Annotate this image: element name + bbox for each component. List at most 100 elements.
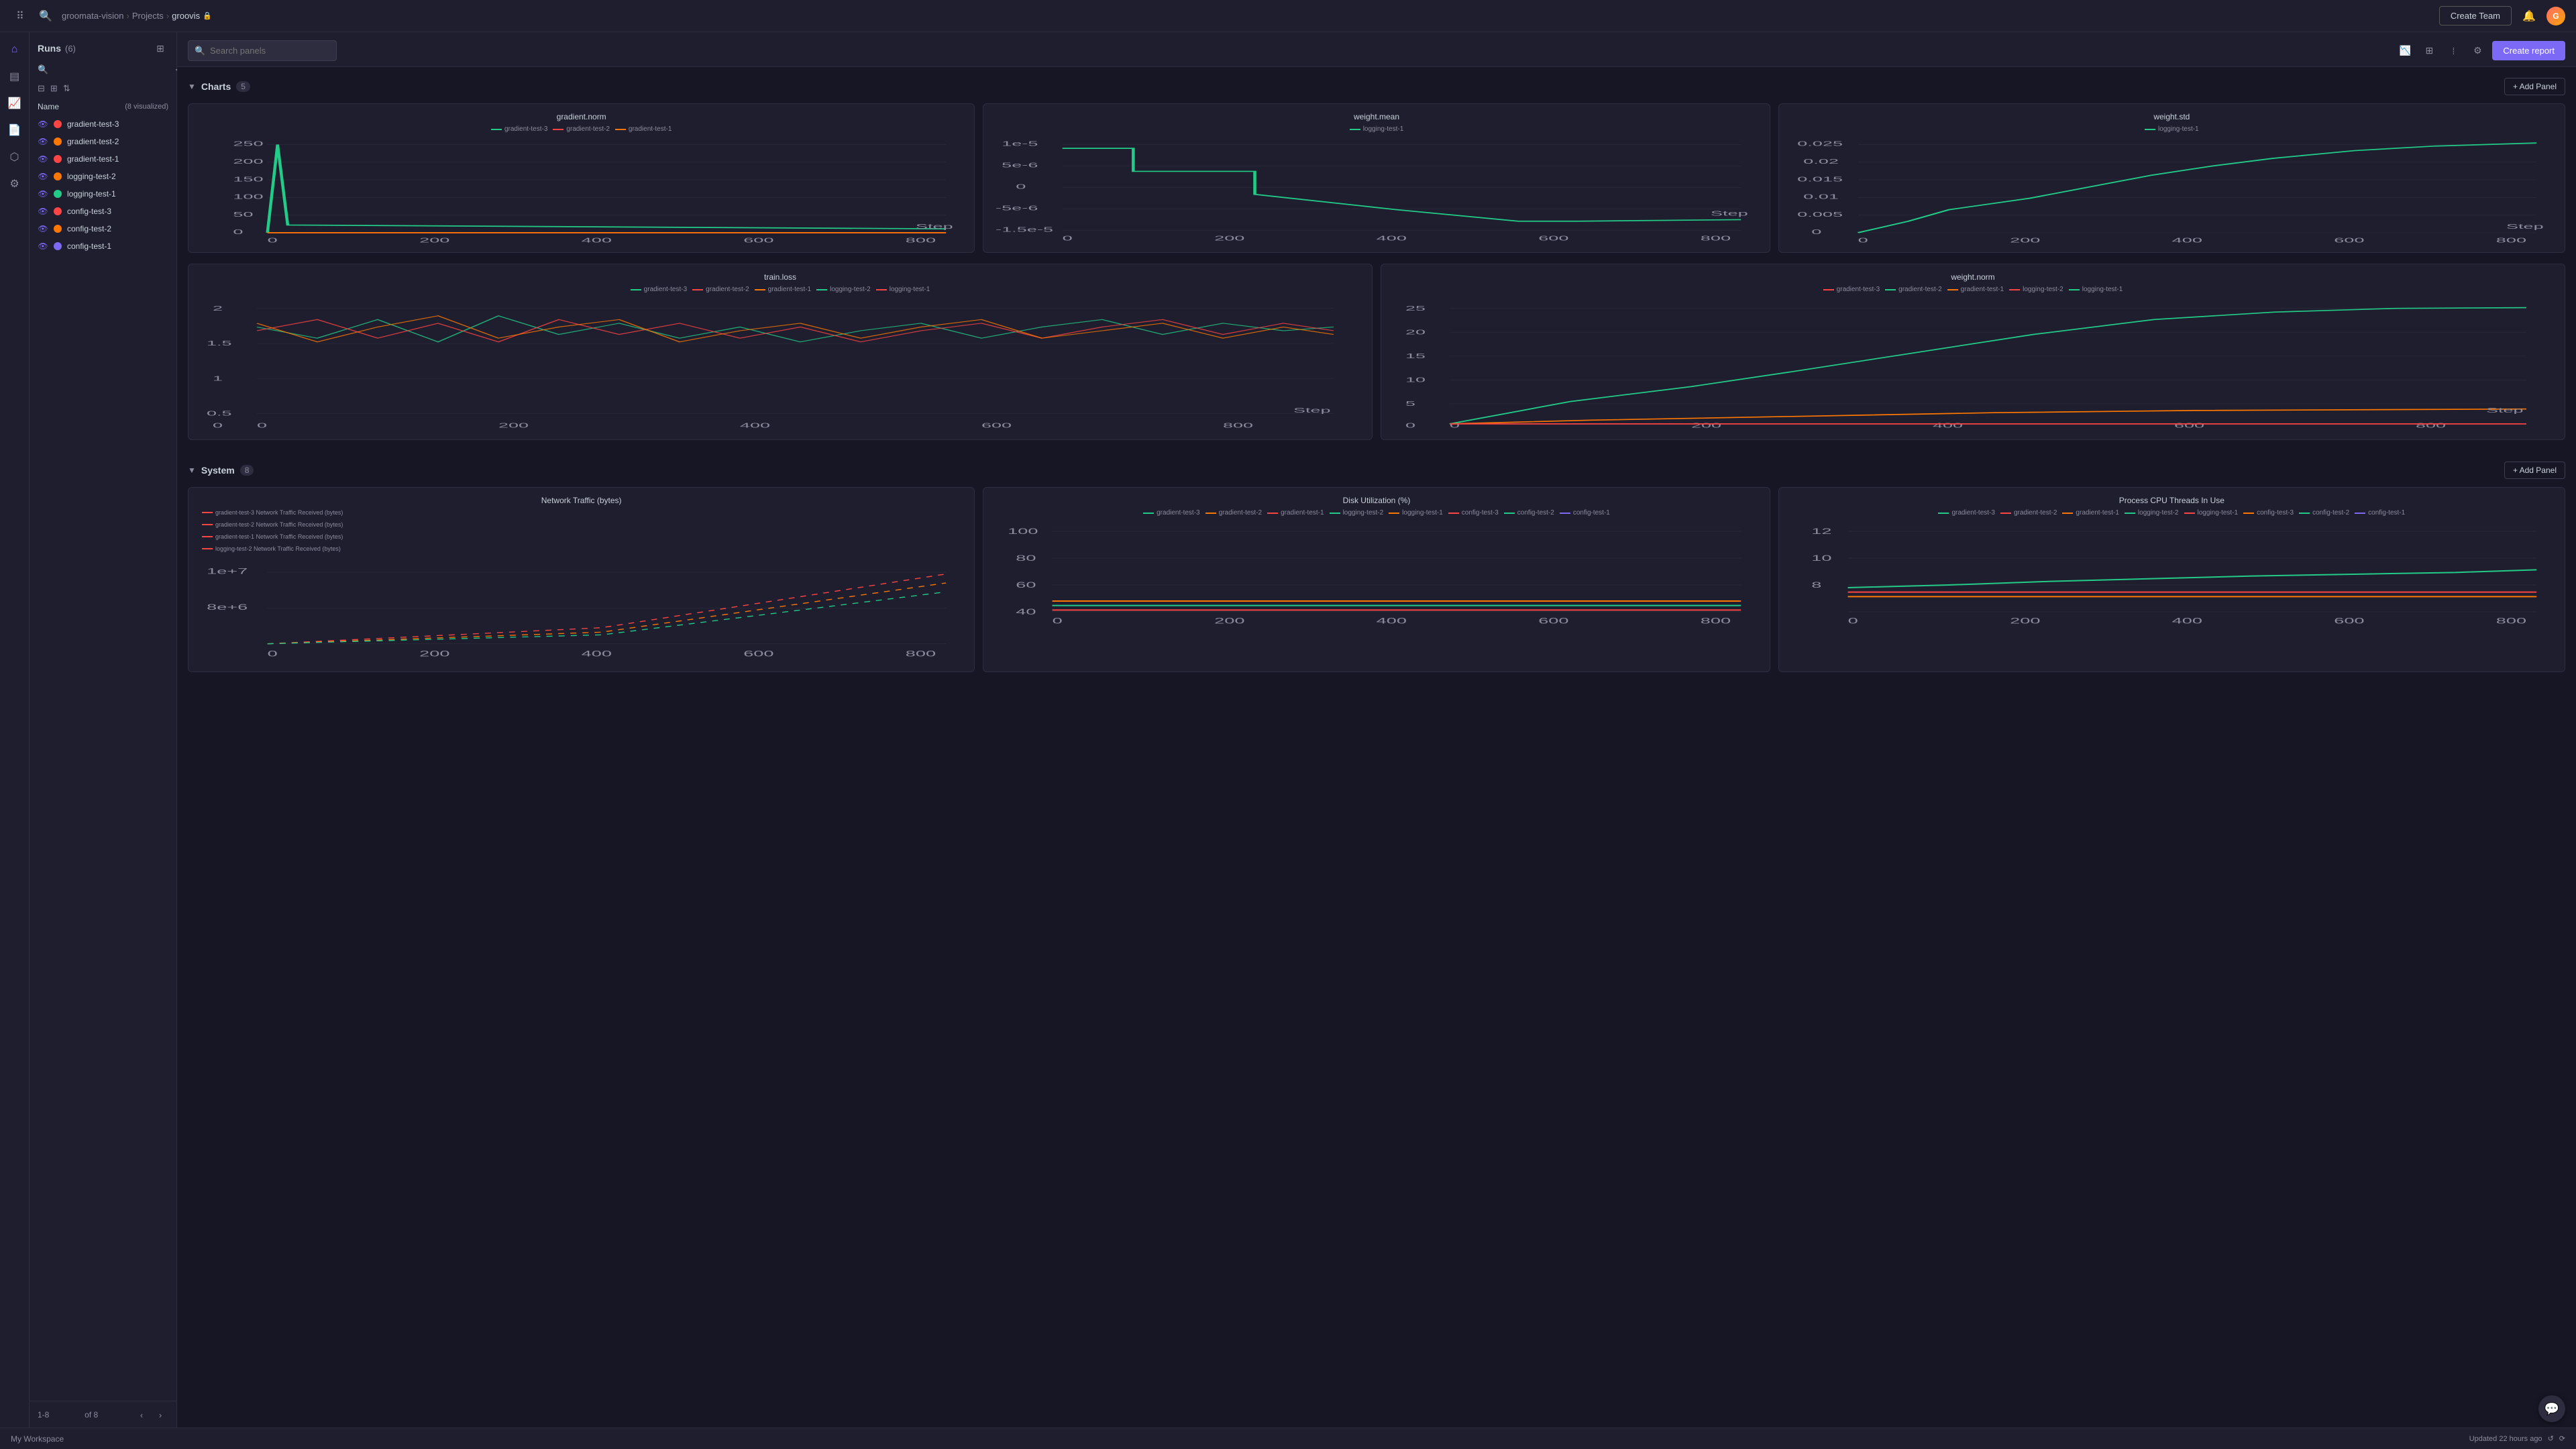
charts-bottom-row: train.loss gradient-test-3 gradient-test…: [188, 264, 2565, 440]
nav-home-icon[interactable]: ⌂: [3, 38, 27, 62]
legend-item: gradient-test-3: [631, 286, 687, 293]
system-section-count: 8: [240, 465, 254, 476]
legend-item: logging-test-1: [2184, 509, 2239, 517]
svg-text:50: 50: [233, 211, 253, 219]
toolbar-table-icon[interactable]: ⊞: [2420, 42, 2438, 60]
nav-artifacts-icon[interactable]: ⬡: [3, 145, 27, 169]
run-visibility-icon[interactable]: 👁: [38, 136, 48, 147]
legend-item: config-test-1: [1560, 509, 1610, 517]
legend-item: logging-test-2: [2009, 286, 2063, 293]
run-visibility-icon[interactable]: 👁: [38, 223, 48, 234]
run-list-item[interactable]: 👁 gradient-test-2: [30, 133, 176, 150]
run-color-dot: [54, 172, 62, 180]
run-color-dot: [54, 120, 62, 128]
create-team-button[interactable]: Create Team: [2439, 6, 2512, 25]
svg-text:200: 200: [419, 649, 449, 658]
breadcrumb-org[interactable]: groomata-vision: [62, 11, 124, 21]
system-add-panel-button[interactable]: + Add Panel: [2504, 462, 2565, 479]
chart-weight-std-legend: logging-test-1: [1787, 125, 2557, 133]
svg-text:1: 1: [213, 375, 223, 382]
breadcrumb-sep-2: ›: [166, 11, 169, 21]
nav-settings-icon[interactable]: ⚙: [3, 172, 27, 196]
run-list-item[interactable]: 👁 logging-test-2: [30, 168, 176, 185]
run-name-label: gradient-test-2: [67, 137, 119, 146]
run-list-item[interactable]: 👁 config-test-3: [30, 203, 176, 220]
svg-text:600: 600: [1539, 234, 1569, 242]
svg-text:0: 0: [1053, 616, 1063, 625]
refresh-icon[interactable]: ↺: [2548, 1434, 2554, 1443]
svg-text:Step: Step: [1711, 210, 1748, 218]
apps-grid-icon[interactable]: ⠿: [11, 7, 30, 25]
chart-weight-mean-legend: logging-test-1: [991, 125, 1761, 133]
toolbar-line-chart-icon[interactable]: 📉: [2396, 42, 2414, 60]
run-visibility-icon[interactable]: 👁: [38, 119, 48, 129]
svg-text:400: 400: [1377, 616, 1407, 625]
toolbar-icons: 📉 ⊞ ⁞ ⚙: [2396, 42, 2487, 60]
chat-bubble[interactable]: 💬: [2538, 1395, 2565, 1422]
charts-chevron-icon[interactable]: ▼: [188, 82, 196, 91]
legend-item: gradient-test-1 Network Traffic Received…: [202, 533, 343, 540]
svg-text:800: 800: [906, 649, 936, 658]
create-report-button[interactable]: Create report: [2492, 41, 2565, 60]
panel-layout-toggle[interactable]: ⊞: [152, 40, 168, 56]
chart-weight-norm-area: 25 20 15 10 5 0 0 200: [1389, 297, 2557, 431]
user-avatar[interactable]: G: [2546, 7, 2565, 25]
svg-text:0: 0: [1016, 183, 1026, 191]
run-visibility-icon[interactable]: 👁: [38, 154, 48, 164]
svg-text:600: 600: [2334, 237, 2364, 244]
toolbar-settings-icon[interactable]: ⚙: [2468, 42, 2487, 60]
nav-reports-icon[interactable]: 📄: [3, 118, 27, 142]
nav-runs-icon[interactable]: ▤: [3, 64, 27, 89]
columns-icon[interactable]: ⊞: [50, 83, 58, 94]
nav-charts-icon[interactable]: 📈: [3, 91, 27, 115]
svg-text:250: 250: [233, 140, 263, 148]
legend-item: gradient-test-1: [2062, 509, 2118, 517]
sort-icon[interactable]: ⇅: [63, 83, 70, 94]
chart-weight-std-title: weight.std: [1787, 112, 2557, 121]
svg-text:25: 25: [1405, 305, 1426, 313]
breadcrumb-projects[interactable]: Projects: [132, 11, 164, 21]
sync-icon[interactable]: ⟳: [2559, 1434, 2565, 1443]
search-panels-input[interactable]: [188, 40, 337, 61]
svg-text:400: 400: [1377, 234, 1407, 242]
legend-item: gradient-test-1: [615, 125, 672, 133]
run-color-dot: [54, 190, 62, 198]
legend-item: config-test-1: [2355, 509, 2405, 517]
legend-item: logging-test-2: [1330, 509, 1384, 517]
svg-text:200: 200: [419, 237, 449, 244]
name-column-label: Name: [38, 102, 59, 111]
run-name-label: config-test-2: [67, 224, 111, 233]
svg-text:5: 5: [1405, 400, 1415, 408]
svg-text:800: 800: [1223, 422, 1253, 429]
run-visibility-icon[interactable]: 👁: [38, 241, 48, 252]
svg-text:20: 20: [1405, 329, 1426, 336]
run-search-input[interactable]: [52, 65, 170, 75]
lock-icon: 🔒: [203, 11, 212, 20]
run-list-item[interactable]: 👁 logging-test-1: [30, 185, 176, 203]
global-search-icon[interactable]: 🔍: [35, 5, 56, 27]
charts-section: ▼ Charts 5 + Add Panel gradient.norm gra…: [177, 67, 2576, 440]
svg-text:Step: Step: [2486, 407, 2524, 415]
run-list-item[interactable]: 👁 gradient-test-3: [30, 115, 176, 133]
svg-text:8e+6: 8e+6: [207, 603, 248, 612]
svg-text:200: 200: [498, 422, 529, 429]
run-visibility-icon[interactable]: 👁: [38, 171, 48, 182]
notifications-icon[interactable]: 🔔: [2520, 7, 2538, 25]
svg-text:Step: Step: [1293, 407, 1331, 415]
run-list-item[interactable]: 👁 config-test-1: [30, 237, 176, 255]
run-visibility-icon[interactable]: 👁: [38, 189, 48, 199]
run-list-item[interactable]: 👁 config-test-2: [30, 220, 176, 237]
prev-page-button[interactable]: ‹: [133, 1407, 150, 1423]
charts-add-panel-button[interactable]: + Add Panel: [2504, 78, 2565, 95]
run-visibility-icon[interactable]: 👁: [38, 206, 48, 217]
system-chevron-icon[interactable]: ▼: [188, 466, 196, 475]
svg-text:1e+7: 1e+7: [207, 567, 248, 576]
toolbar-scatter-icon[interactable]: ⁞: [2444, 42, 2463, 60]
filter-icon[interactable]: ⊟: [38, 83, 45, 94]
svg-text:200: 200: [2010, 237, 2040, 244]
next-page-button[interactable]: ›: [152, 1407, 168, 1423]
svg-text:400: 400: [2171, 616, 2202, 625]
legend-item: gradient-test-1: [755, 286, 811, 293]
run-list-item[interactable]: 👁 gradient-test-1: [30, 150, 176, 168]
svg-text:0: 0: [233, 228, 243, 236]
